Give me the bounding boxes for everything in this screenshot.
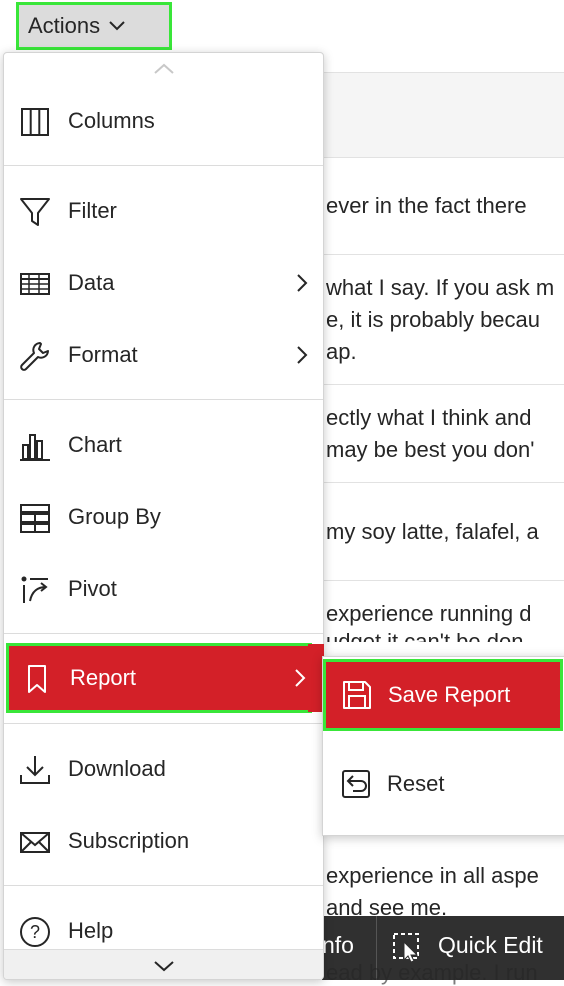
- chevron-right-icon: [297, 346, 308, 364]
- menu-item-pivot[interactable]: Pivot: [4, 559, 323, 619]
- menu-item-label: Report: [70, 665, 137, 690]
- table-icon: [20, 273, 50, 295]
- actions-label: Actions: [28, 13, 101, 38]
- menu-item-label: Chart: [68, 432, 122, 457]
- menu-item-label: Filter: [68, 198, 117, 223]
- report-cell: may be best you don': [326, 437, 535, 462]
- reset-icon: [342, 770, 370, 798]
- menu-item-data[interactable]: Data: [4, 253, 323, 313]
- submenu-item-label: Save Report: [388, 682, 511, 707]
- save-icon: [343, 681, 371, 709]
- menu-item-format[interactable]: Format: [4, 325, 323, 385]
- report-cell: udget it can't be don: [326, 629, 524, 642]
- menu-item-chart[interactable]: Chart: [4, 415, 323, 475]
- row-divider: [322, 254, 564, 255]
- envelope-icon: [20, 832, 50, 853]
- report-submenu: Save Report Reset: [322, 656, 564, 836]
- menu-item-columns[interactable]: Columns: [4, 91, 323, 151]
- report-cell: e, it is probably becau: [326, 307, 541, 332]
- menu-item-subscription[interactable]: Subscription: [4, 811, 323, 871]
- bar-chart-icon: [20, 434, 50, 461]
- menu-scroll-up[interactable]: [4, 53, 323, 85]
- menu-item-download[interactable]: Download: [4, 739, 323, 799]
- report-cell: and see me.: [326, 895, 448, 916]
- menu-item-label: Columns: [68, 108, 155, 133]
- menu-item-label: Data: [68, 270, 115, 295]
- info-button[interactable]: nfo: [322, 932, 354, 959]
- filter-icon: [20, 198, 50, 226]
- menu-item-report[interactable]: Report: [6, 643, 312, 713]
- actions-menu-button[interactable]: Actions: [16, 2, 172, 50]
- chevron-right-icon: [295, 669, 306, 687]
- report-cell: my soy latte, falafel, a: [326, 519, 539, 544]
- row-divider: [322, 384, 564, 385]
- actions-menu: Columns Filter Data Format Chart Group B…: [3, 52, 324, 980]
- help-icon: ?: [20, 917, 50, 947]
- menu-item-label: Help: [68, 918, 114, 943]
- submenu-item-reset[interactable]: Reset: [323, 749, 564, 819]
- report-cell: ever in the fact there: [326, 193, 527, 218]
- report-toolbar: Actions: [0, 0, 564, 50]
- report-column-header: [322, 72, 564, 158]
- chevron-down-icon: [109, 21, 125, 31]
- submenu-item-save-report[interactable]: Save Report: [323, 659, 563, 731]
- submenu-item-label: Reset: [387, 771, 445, 796]
- chevron-up-icon: [153, 63, 174, 74]
- wrench-icon: [20, 342, 49, 371]
- chevron-right-icon: [297, 274, 308, 292]
- row-divider: [322, 580, 564, 581]
- report-cell: what I say. If you ask m: [326, 275, 555, 300]
- menu-divider: [4, 633, 323, 634]
- row-divider: [322, 482, 564, 483]
- menu-scroll-down[interactable]: [4, 949, 323, 979]
- pivot-icon: [21, 576, 48, 603]
- download-icon: [20, 756, 50, 784]
- report-cell: experience in all aspe: [326, 863, 539, 888]
- menu-divider: [4, 399, 323, 400]
- bookmark-icon: [28, 665, 46, 693]
- menu-divider: [4, 165, 323, 166]
- menu-divider: [4, 723, 323, 724]
- menu-item-label: Subscription: [68, 828, 190, 853]
- menu-item-label: Format: [68, 342, 138, 367]
- report-cell: ead by example. I run: [326, 960, 538, 985]
- menu-item-label: Pivot: [68, 576, 117, 601]
- menu-item-filter[interactable]: Filter: [4, 181, 323, 241]
- menu-item-label: Group By: [68, 504, 161, 529]
- report-cell: ap.: [326, 339, 357, 364]
- menu-divider: [4, 885, 323, 886]
- report-cell: ectly what I think and: [326, 405, 532, 430]
- group-by-icon: [20, 504, 50, 533]
- menu-item-label: Download: [68, 756, 166, 781]
- quick-edit-button[interactable]: Quick Edit: [438, 932, 543, 959]
- columns-icon: [21, 108, 49, 136]
- svg-text:?: ?: [30, 922, 40, 942]
- menu-item-group-by[interactable]: Group By: [4, 487, 323, 547]
- chevron-down-icon: [153, 960, 174, 971]
